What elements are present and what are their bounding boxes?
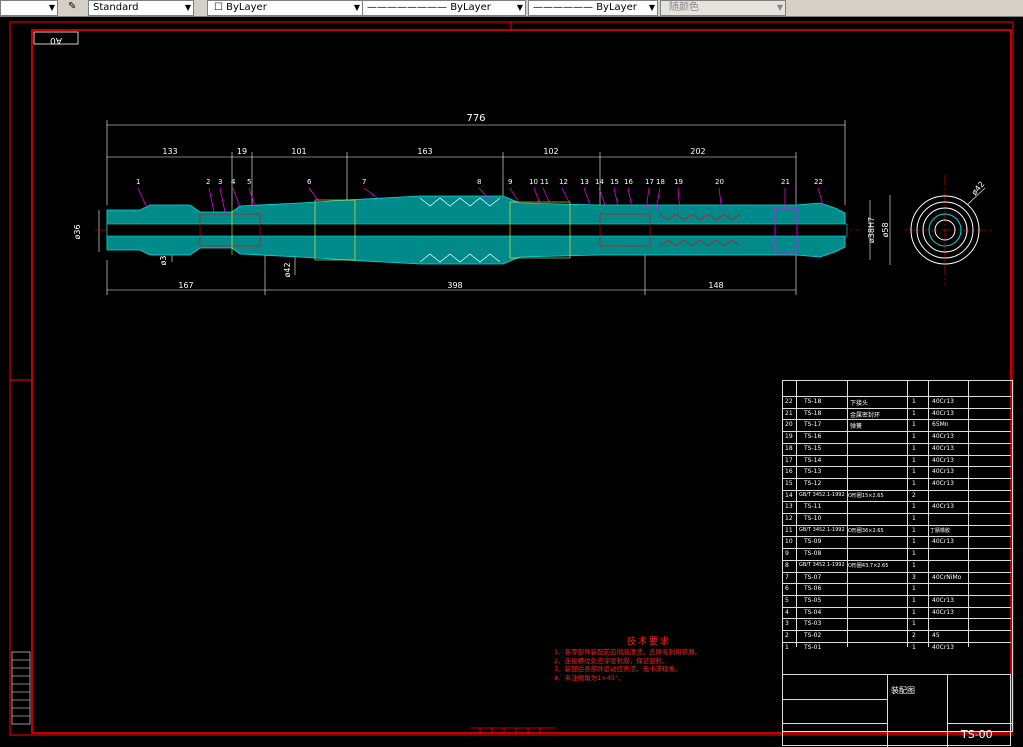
chevron-down-icon: ▼ [516,3,523,12]
dim-side-4: ø38H7 [867,217,876,243]
linetype-value: ByLayer [450,2,491,13]
svg-text:9: 9 [508,178,512,186]
line-sample-icon: ———————— [367,2,451,13]
chevron-down-icon: ▼ [353,3,360,12]
chevron-down-icon: ▼ [48,3,55,12]
text-style-dropdown[interactable]: Standard ▼ [88,0,194,16]
properties-toolbar: ▼ ✎ Standard ▼ ☐ ByLayer ▼ ———————— ByLaye… [0,0,1023,17]
sheet-size-label: A0 [50,35,62,45]
dim-overall: 776 [466,113,485,124]
svg-text:6: 6 [307,178,312,186]
svg-text:16: 16 [624,178,633,186]
chevron-down-icon: ▼ [648,3,655,12]
svg-text:10: 10 [529,178,538,186]
svg-text:21: 21 [781,178,790,186]
balloon-numbers: 1 2 3 4 5 6 7 8 9 10 11 12 13 14 15 16 17 18 19 20 21 22 [136,178,823,186]
drawing-canvas[interactable]: 776 133 19 101 163 102 202 167 398 148 ø… [0,16,1023,747]
svg-text:1: 1 [136,178,140,186]
color-dropdown[interactable]: ☐ ByLayer ▼ [207,0,363,16]
dim-top-5: 102 [543,147,558,156]
notes-item: 1、各零部件装配前应彻底清洗，去除毛刺和铁屑。 [554,648,702,657]
svg-text:14: 14 [595,178,604,186]
dim-top-6: 202 [690,147,705,156]
dim-side-3: ø42 [283,262,292,277]
line-sample-icon: —————— [533,2,597,13]
revision-table [11,651,31,725]
layer-dropdown[interactable]: ▼ [0,0,58,16]
svg-text:17: 17 [645,178,654,186]
technical-requirements: 技术要求 1、各零部件装配前应彻底清洗，去除毛刺和铁屑。 2、连接螺纹处应涂密封… [554,637,744,682]
text-style-value: Standard [93,2,139,13]
lineweight-dropdown[interactable]: —————— ByLayer ▼ [528,0,658,16]
chevron-down-icon: ▼ [776,3,783,12]
dim-top-3: 101 [291,147,306,156]
color-value: ByLayer [226,2,267,13]
dim-side-5: ø58 [881,222,890,237]
svg-text:11: 11 [540,178,549,186]
dim-bottom-3: 148 [708,281,723,290]
svg-text:8: 8 [477,178,481,186]
svg-text:5: 5 [247,178,251,186]
dim-top-4: 163 [417,147,432,156]
plotstyle-dropdown[interactable]: 随颜色 ▼ [660,0,786,16]
svg-text:3: 3 [218,178,222,186]
svg-text:4: 4 [231,178,236,186]
dim-bottom-2: 398 [447,281,462,290]
plotstyle-value: 随颜色 [669,2,699,13]
svg-text:2: 2 [206,178,210,186]
svg-text:20: 20 [715,178,724,186]
svg-text:15: 15 [610,178,619,186]
color-swatch-icon: ☐ [214,2,227,13]
chevron-down-icon: ▼ [184,3,191,12]
text-style-icon[interactable]: ✎ [68,0,84,14]
dim-top-2: 19 [237,147,247,156]
end-view [905,175,995,285]
title-block: 装配图 TS-00 [782,674,1012,747]
svg-text:13: 13 [580,178,589,186]
svg-text:12: 12 [559,178,568,186]
svg-text:18: 18 [656,178,665,186]
assembly-name: 装配图 [891,686,915,695]
notes-item: 3、装配后各部件运动应灵活，无卡滞现象。 [554,665,682,674]
linetype-dropdown[interactable]: ———————— ByLayer ▼ [362,0,526,16]
assembly-section-view [95,195,860,265]
notes-item: 2、连接螺纹处应涂密封胶，保证密封。 [554,656,669,665]
svg-text:22: 22 [814,178,823,186]
dim-bottom-1: 167 [178,281,193,290]
drawing-number: TS-00 [961,728,993,741]
dim-top-1: 133 [162,147,177,156]
svg-text:7: 7 [362,178,366,186]
dim-side-1: ø36 [73,224,82,239]
notes-item: 4、未注倒角为1×45°。 [554,673,625,682]
table-row: 1 TS-01 1 40Cr13 [782,641,1011,655]
notes-title: 技术要求 [626,637,671,647]
lineweight-value: ByLayer [596,2,637,13]
svg-text:19: 19 [674,178,683,186]
